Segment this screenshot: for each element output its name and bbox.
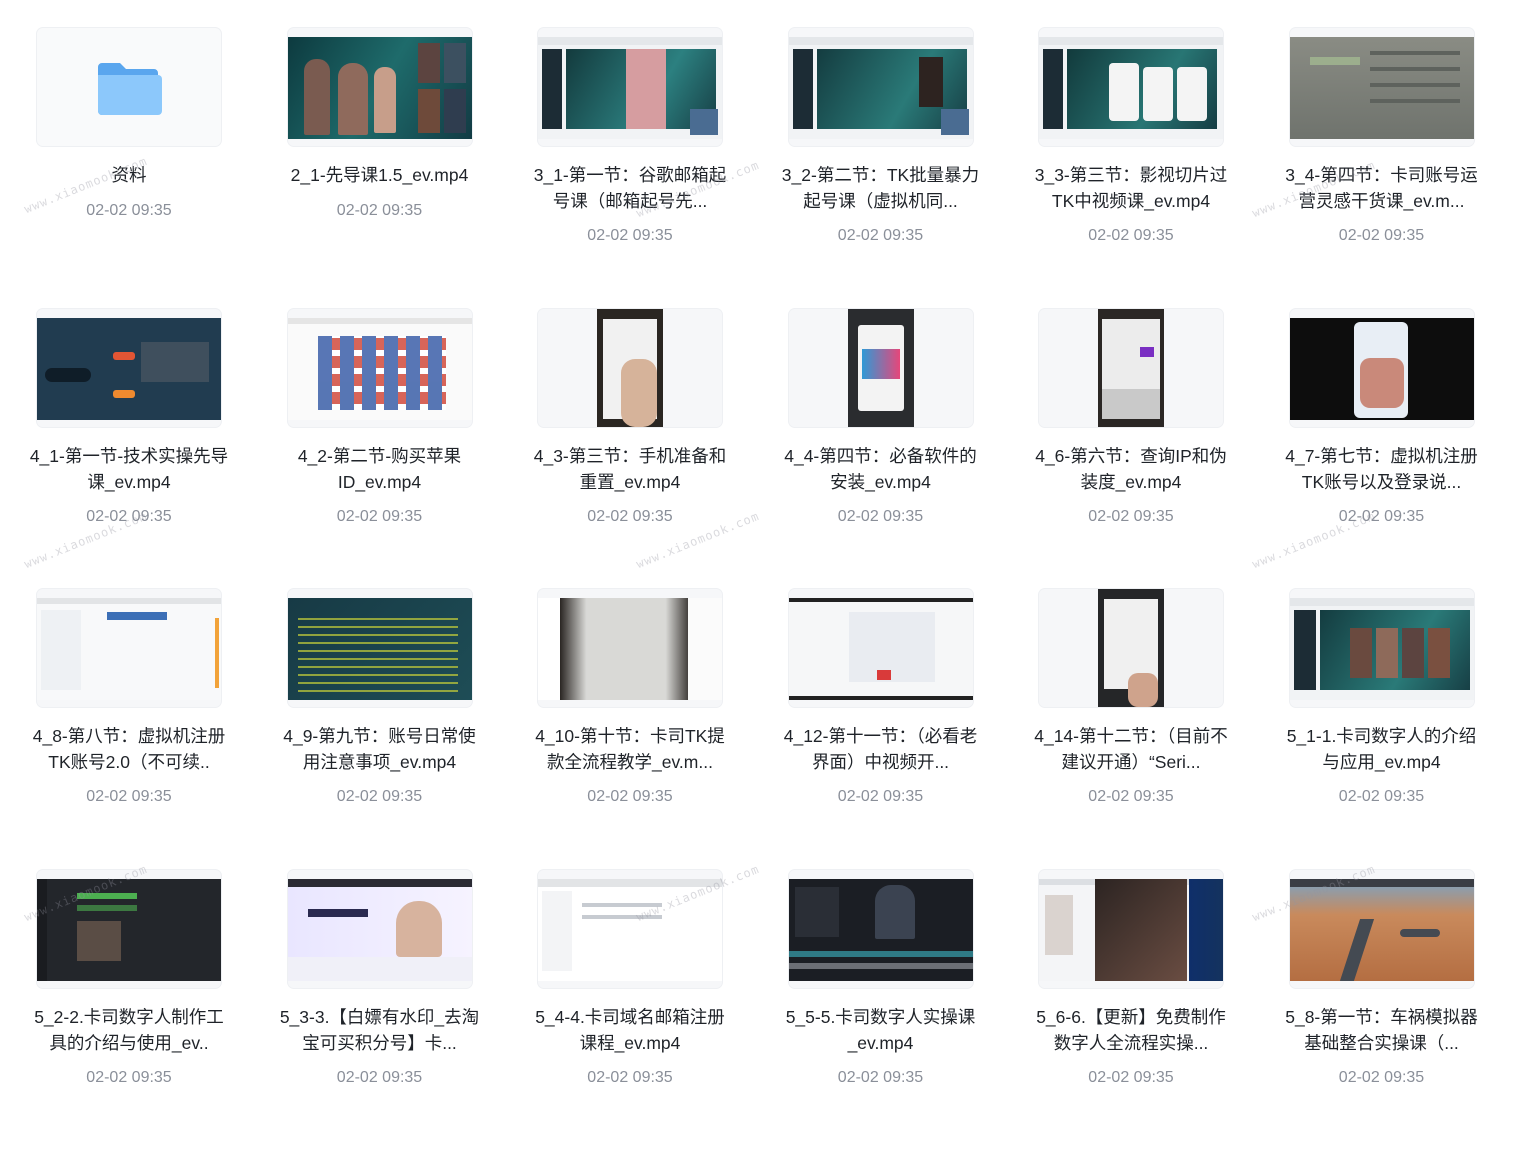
file-item-video[interactable]: 2_1-先导课1.5_ev.mp4 02-02 09:35 — [255, 28, 506, 309]
file-name: 4_14-第十二节：（目前不建议开通）“Seri... — [1030, 723, 1232, 775]
file-modified-time: 02-02 09:35 — [1257, 1069, 1507, 1087]
file-item-video[interactable]: 5_6-6.【更新】免费制作数字人全流程实操... 02-02 09:35 — [1006, 870, 1257, 1150]
file-name: 4_9-第九节：账号日常使用注意事项_ev.mp4 — [279, 723, 481, 775]
file-name: 4_8-第八节：虚拟机注册TK账号2.0（不可续.. — [28, 723, 230, 775]
folder-icon — [37, 28, 221, 146]
file-item-video[interactable]: 4_2-第二节-购买苹果ID_ev.mp4 02-02 09:35 — [255, 309, 506, 590]
file-modified-time: 02-02 09:35 — [756, 788, 1006, 806]
video-thumbnail — [1039, 870, 1223, 988]
file-item-video[interactable]: 5_4-4.卡司域名邮箱注册课程_ev.mp4 02-02 09:35 — [505, 870, 756, 1150]
file-item-video[interactable]: 4_3-第三节：手机准备和重置_ev.mp4 02-02 09:35 — [505, 309, 756, 590]
file-name: 5_5-5.卡司数字人实操课_ev.mp4 — [780, 1004, 982, 1056]
file-modified-time: 02-02 09:35 — [756, 508, 1006, 526]
file-modified-time: 02-02 09:35 — [255, 508, 505, 526]
file-name: 5_8-第一节：车祸模拟器基础整合实操课（... — [1281, 1004, 1483, 1056]
video-thumbnail — [538, 870, 722, 988]
file-item-video[interactable]: 4_4-第四节：必备软件的安装_ev.mp4 02-02 09:35 — [756, 309, 1007, 590]
video-thumbnail — [288, 870, 472, 988]
file-modified-time: 02-02 09:35 — [756, 227, 1006, 245]
file-item-video[interactable]: 5_8-第一节：车祸模拟器基础整合实操课（... 02-02 09:35 — [1257, 870, 1508, 1150]
video-thumbnail — [288, 28, 472, 146]
file-item-video[interactable]: 3_4-第四节：卡司账号运营灵感干货课_ev.m... 02-02 09:35 — [1257, 28, 1508, 309]
file-grid: 资料 02-02 09:35 2_1-先导课1.5_ev.mp4 02-02 0… — [4, 28, 1507, 1150]
file-item-video[interactable]: 3_3-第三节：影视切片过TK中视频课_ev.mp4 02-02 09:35 — [1006, 28, 1257, 309]
file-modified-time: 02-02 09:35 — [1006, 508, 1256, 526]
file-item-video[interactable]: 4_9-第九节：账号日常使用注意事项_ev.mp4 02-02 09:35 — [255, 589, 506, 870]
file-name: 3_4-第四节：卡司账号运营灵感干货课_ev.m... — [1281, 162, 1483, 214]
file-name: 4_1-第一节-技术实操先导课_ev.mp4 — [28, 443, 230, 495]
file-name: 5_3-3.【白嫖有水印_去淘宝可买积分号】卡... — [279, 1004, 481, 1056]
file-name: 3_2-第二节：TK批量暴力起号课（虚拟机同... — [780, 162, 982, 214]
file-modified-time: 02-02 09:35 — [1257, 508, 1507, 526]
video-thumbnail — [288, 309, 472, 427]
file-item-video[interactable]: 5_1-1.卡司数字人的介绍与应用_ev.mp4 02-02 09:35 — [1257, 589, 1508, 870]
video-thumbnail — [37, 589, 221, 707]
video-thumbnail — [538, 309, 722, 427]
file-name: 2_1-先导课1.5_ev.mp4 — [279, 162, 481, 188]
file-item-video[interactable]: 4_7-第七节：虚拟机注册TK账号以及登录说... 02-02 09:35 — [1257, 309, 1508, 590]
file-name: 5_4-4.卡司域名邮箱注册课程_ev.mp4 — [529, 1004, 731, 1056]
file-item-video[interactable]: 5_3-3.【白嫖有水印_去淘宝可买积分号】卡... 02-02 09:35 — [255, 870, 506, 1150]
video-thumbnail — [789, 589, 973, 707]
file-name: 3_3-第三节：影视切片过TK中视频课_ev.mp4 — [1030, 162, 1232, 214]
file-modified-time: 02-02 09:35 — [505, 227, 755, 245]
file-modified-time: 02-02 09:35 — [505, 508, 755, 526]
file-modified-time: 02-02 09:35 — [4, 202, 254, 220]
file-name: 4_12-第十一节：（必看老界面）中视频开... — [780, 723, 982, 775]
video-thumbnail — [1290, 589, 1474, 707]
file-item-video[interactable]: 4_6-第六节：查询IP和伪装度_ev.mp4 02-02 09:35 — [1006, 309, 1257, 590]
file-modified-time: 02-02 09:35 — [4, 788, 254, 806]
file-modified-time: 02-02 09:35 — [4, 508, 254, 526]
video-thumbnail — [1290, 870, 1474, 988]
file-item-video[interactable]: 4_8-第八节：虚拟机注册TK账号2.0（不可续.. 02-02 09:35 — [4, 589, 255, 870]
file-name: 3_1-第一节：谷歌邮箱起号课（邮箱起号先... — [529, 162, 731, 214]
file-item-video[interactable]: 4_14-第十二节：（目前不建议开通）“Seri... 02-02 09:35 — [1006, 589, 1257, 870]
file-item-video[interactable]: 5_5-5.卡司数字人实操课_ev.mp4 02-02 09:35 — [756, 870, 1007, 1150]
file-item-video[interactable]: 4_10-第十节：卡司TK提款全流程教学_ev.m... 02-02 09:35 — [505, 589, 756, 870]
video-thumbnail — [288, 589, 472, 707]
file-item-video[interactable]: 3_2-第二节：TK批量暴力起号课（虚拟机同... 02-02 09:35 — [756, 28, 1007, 309]
file-item-video[interactable]: 3_1-第一节：谷歌邮箱起号课（邮箱起号先... 02-02 09:35 — [505, 28, 756, 309]
file-name: 4_10-第十节：卡司TK提款全流程教学_ev.m... — [529, 723, 731, 775]
video-thumbnail — [1290, 309, 1474, 427]
file-modified-time: 02-02 09:35 — [4, 1069, 254, 1087]
file-modified-time: 02-02 09:35 — [1257, 227, 1507, 245]
video-thumbnail — [1039, 589, 1223, 707]
file-modified-time: 02-02 09:35 — [505, 1069, 755, 1087]
file-name: 5_2-2.卡司数字人制作工具的介绍与使用_ev.. — [28, 1004, 230, 1056]
file-modified-time: 02-02 09:35 — [255, 788, 505, 806]
file-modified-time: 02-02 09:35 — [1257, 788, 1507, 806]
video-thumbnail — [37, 870, 221, 988]
file-name: 4_2-第二节-购买苹果ID_ev.mp4 — [279, 443, 481, 495]
file-item-folder-ziliao[interactable]: 资料 02-02 09:35 — [4, 28, 255, 309]
file-modified-time: 02-02 09:35 — [255, 202, 505, 220]
video-thumbnail — [789, 870, 973, 988]
file-modified-time: 02-02 09:35 — [1006, 227, 1256, 245]
file-modified-time: 02-02 09:35 — [756, 1069, 1006, 1087]
file-name: 4_3-第三节：手机准备和重置_ev.mp4 — [529, 443, 731, 495]
file-item-video[interactable]: 4_1-第一节-技术实操先导课_ev.mp4 02-02 09:35 — [4, 309, 255, 590]
file-name: 5_1-1.卡司数字人的介绍与应用_ev.mp4 — [1281, 723, 1483, 775]
file-modified-time: 02-02 09:35 — [1006, 1069, 1256, 1087]
file-name: 4_6-第六节：查询IP和伪装度_ev.mp4 — [1030, 443, 1232, 495]
video-thumbnail — [37, 309, 221, 427]
video-thumbnail — [538, 589, 722, 707]
file-name: 4_4-第四节：必备软件的安装_ev.mp4 — [780, 443, 982, 495]
file-name: 资料 — [28, 162, 230, 188]
video-thumbnail — [538, 28, 722, 146]
video-thumbnail — [789, 28, 973, 146]
video-thumbnail — [1039, 28, 1223, 146]
file-item-video[interactable]: 4_12-第十一节：（必看老界面）中视频开... 02-02 09:35 — [756, 589, 1007, 870]
file-name: 5_6-6.【更新】免费制作数字人全流程实操... — [1030, 1004, 1232, 1056]
file-modified-time: 02-02 09:35 — [505, 788, 755, 806]
video-thumbnail — [789, 309, 973, 427]
file-item-video[interactable]: 5_2-2.卡司数字人制作工具的介绍与使用_ev.. 02-02 09:35 — [4, 870, 255, 1150]
video-thumbnail — [1290, 28, 1474, 146]
file-thumbnail — [37, 28, 221, 146]
file-name: 4_7-第七节：虚拟机注册TK账号以及登录说... — [1281, 443, 1483, 495]
file-modified-time: 02-02 09:35 — [1006, 788, 1256, 806]
file-modified-time: 02-02 09:35 — [255, 1069, 505, 1087]
video-thumbnail — [1039, 309, 1223, 427]
